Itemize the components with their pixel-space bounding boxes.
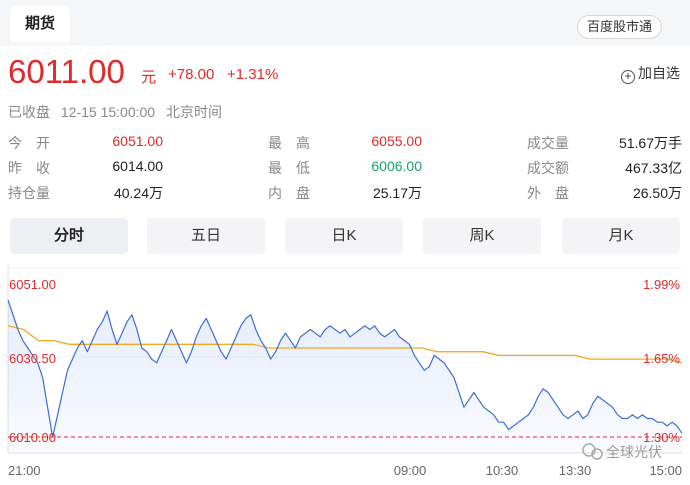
high-label: 最 高 (268, 135, 310, 151)
price-change-percent: +1.31% (227, 66, 279, 83)
inner-label: 内 盘 (268, 185, 310, 201)
y-label-bottom: 6010.00 (9, 430, 56, 445)
x-label-2100: 21:00 (8, 463, 41, 478)
tab-daily-k[interactable]: 日K (285, 218, 403, 254)
market-status: 已收盘 12-15 15:00:00 北京时间 (8, 102, 229, 122)
plus-circle-icon: + (621, 70, 635, 84)
volume-value: 51.67万手 (618, 135, 682, 151)
tab-intraday[interactable]: 分时 (10, 218, 128, 254)
chart-plot (7, 299, 683, 453)
high-value: 6055.00 (371, 133, 422, 149)
amount-label: 成交额 (527, 160, 569, 176)
tab-five-day[interactable]: 五日 (147, 218, 265, 254)
price-area (8, 299, 682, 453)
prev-close-label: 昨 收 (8, 160, 50, 176)
low-value: 6006.00 (371, 158, 422, 174)
status-timezone: 北京时间 (165, 104, 222, 120)
watermark-text: 全球光伏 (606, 444, 662, 460)
outer-value: 26.50万 (632, 185, 682, 201)
low-label: 最 低 (268, 160, 310, 176)
price-unit: 元 (141, 69, 157, 86)
volume-label: 成交量 (527, 135, 569, 151)
pct-label-top: 1.99% (643, 277, 680, 292)
tab-weekly-k[interactable]: 周K (423, 218, 541, 254)
open-interest-label: 持仓量 (8, 185, 50, 201)
top-tab-bar: 期货 百度股市通 (0, 0, 690, 46)
current-price: 6011.00 (8, 53, 125, 90)
add-watchlist-label: 加自选 (638, 65, 680, 81)
x-label-1330: 13:30 (559, 463, 592, 478)
amount-value: 467.33亿 (625, 160, 682, 176)
status-time: 12-15 15:00:00 (60, 104, 156, 120)
y-label-mid: 6030.50 (9, 351, 56, 366)
intraday-chart[interactable]: 6051.00 6030.50 6010.00 1.99% 1.65% 1.30… (0, 265, 690, 485)
tab-monthly-k[interactable]: 月K (562, 218, 680, 254)
y-label-top: 6051.00 (9, 277, 56, 292)
tab-futures[interactable]: 期货 (10, 6, 70, 42)
outer-label: 外 盘 (527, 185, 569, 201)
open-interest-value: 40.24万 (113, 185, 163, 201)
x-label-1500: 15:00 (649, 463, 682, 478)
x-label-1030: 10:30 (486, 463, 519, 478)
status-text: 已收盘 (8, 104, 50, 120)
pct-label-mid: 1.65% (643, 351, 680, 366)
price-change: +78.00 (168, 66, 215, 83)
prev-close-value: 6014.00 (112, 158, 163, 174)
add-watchlist-button[interactable]: + 加自选 (621, 63, 680, 84)
x-label-0900: 09:00 (394, 463, 427, 478)
open-label: 今 开 (8, 135, 50, 151)
pct-label-bottom: 1.30% (643, 430, 680, 445)
baidu-stock-button[interactable]: 百度股市通 (576, 15, 662, 39)
inner-value: 25.17万 (372, 185, 422, 201)
open-value: 6051.00 (112, 133, 163, 149)
